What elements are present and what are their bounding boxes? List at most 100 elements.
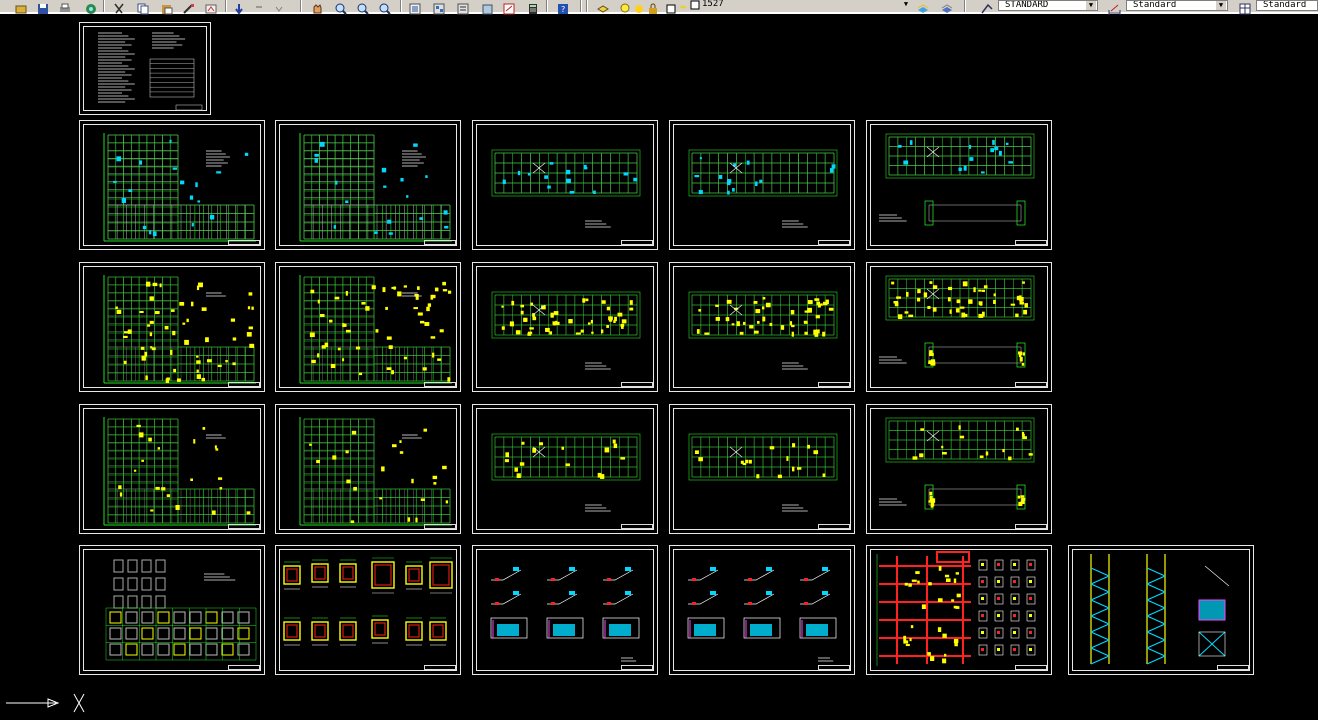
sheet-drawing <box>299 417 452 526</box>
text-style-icon[interactable] <box>980 0 994 14</box>
dim-style-icon[interactable] <box>1108 0 1122 15</box>
block-icon[interactable] <box>204 0 218 14</box>
drawing-sheet-plan-rect[interactable] <box>472 262 658 392</box>
plot-icon[interactable] <box>84 0 98 14</box>
drawing-sheet-plan-L[interactable] <box>275 404 461 534</box>
dim-style-dropdown[interactable]: Standard ▼ <box>1126 0 1228 11</box>
drawing-sheet-column-details[interactable] <box>275 545 461 675</box>
layer-dropdown[interactable]: ▼ <box>690 0 912 11</box>
title-block <box>424 665 456 670</box>
title-block <box>1015 240 1047 245</box>
sheet-drawing <box>688 149 838 228</box>
table-style-value: Standard <box>1263 0 1307 10</box>
drawing-sheet-plan-rect[interactable] <box>472 404 658 534</box>
title-block <box>621 665 653 670</box>
sheet-drawing <box>491 291 641 370</box>
toolbar-separator <box>103 0 105 12</box>
drawing-canvas[interactable] <box>0 16 1318 718</box>
zoom-window-icon[interactable] <box>356 0 370 15</box>
sun-freeze-icon[interactable] <box>632 0 646 13</box>
toolbar-separator <box>400 0 402 12</box>
redo-icon[interactable] <box>252 0 266 12</box>
print-icon[interactable] <box>58 0 72 12</box>
chevron-down-icon: ▼ <box>1086 1 1096 10</box>
lock-icon[interactable] <box>646 0 660 14</box>
drawing-sheet-plan-L[interactable] <box>275 262 461 392</box>
text-style-dropdown[interactable]: STANDARD ▼ <box>998 0 1098 11</box>
layer-previous-icon[interactable] <box>940 0 954 13</box>
drawing-sheet-section[interactable] <box>866 545 1052 675</box>
drawing-sheet-plan-L[interactable] <box>79 120 265 250</box>
tool-palettes-icon[interactable] <box>456 0 470 15</box>
undo-icon[interactable] <box>232 0 246 15</box>
title-block <box>1217 665 1249 670</box>
lightbulb-icon[interactable] <box>618 0 632 13</box>
calculator-icon[interactable] <box>526 0 540 14</box>
title-block <box>424 240 456 245</box>
title-block <box>621 524 653 529</box>
design-center-icon[interactable] <box>432 0 446 15</box>
drawing-sheet-plan-rect[interactable] <box>669 404 855 534</box>
drawing-sheet-plan-L[interactable] <box>79 262 265 392</box>
standard-toolbar: ? 1527 ▼ STANDARD ▼ Standard ▼ Standard <box>0 0 1318 15</box>
layer-extra-icon <box>676 0 690 12</box>
sheet-drawing <box>879 275 1035 368</box>
layer-properties-icon[interactable] <box>596 0 610 13</box>
toolbar-separator <box>580 0 582 12</box>
title-block <box>228 665 260 670</box>
title-block <box>818 665 850 670</box>
drawing-sheet-plan-rect[interactable] <box>472 120 658 250</box>
toolbar-separator <box>300 0 302 12</box>
help-icon[interactable]: ? <box>556 0 570 14</box>
paste-icon[interactable] <box>160 0 174 15</box>
pan-icon[interactable] <box>310 0 324 14</box>
title-block <box>228 524 260 529</box>
sheet-drawing <box>103 133 256 242</box>
sheet-drawing <box>98 32 203 111</box>
ucs-icon <box>4 690 94 720</box>
text-style-value: STANDARD <box>1005 0 1049 10</box>
toolbar-separator <box>546 0 548 12</box>
drawing-sheet-plan-rect-detail[interactable] <box>866 404 1052 534</box>
chevron-down-icon: ▼ <box>1216 1 1226 10</box>
drawing-sheet-plan-L[interactable] <box>79 404 265 534</box>
drawing-sheet-plan-rect-detail[interactable] <box>866 120 1052 250</box>
sheet-drawing <box>103 275 256 384</box>
table-style-dropdown[interactable]: Standard <box>1256 0 1318 11</box>
drawing-sheet-plan-rect[interactable] <box>669 262 855 392</box>
sheet-drawing <box>299 275 452 384</box>
cut-icon[interactable] <box>112 0 126 14</box>
sheet-drawing <box>876 551 1036 666</box>
table-style-icon[interactable] <box>1238 0 1252 15</box>
chevron-down-icon[interactable] <box>272 0 286 12</box>
zoom-realtime-icon[interactable] <box>334 0 348 15</box>
title-block <box>228 240 260 245</box>
drawing-sheet-foundation[interactable] <box>79 545 265 675</box>
drawing-sheet-stair-details[interactable] <box>669 545 855 675</box>
sheet-drawing <box>299 133 452 242</box>
title-block <box>1015 665 1047 670</box>
toolbar-separator <box>964 0 966 12</box>
sheet-set-icon[interactable] <box>480 0 494 15</box>
drawing-sheet-cover[interactable] <box>79 22 211 115</box>
drawing-sheet-plan-rect-detail[interactable] <box>866 262 1052 392</box>
copy-icon[interactable] <box>136 0 150 15</box>
drawing-sheet-plan-rect[interactable] <box>669 120 855 250</box>
sheet-drawing <box>879 133 1035 226</box>
toolbar-separator <box>586 0 588 12</box>
sheet-drawing <box>490 567 640 662</box>
drawing-sheet-plan-L[interactable] <box>275 120 461 250</box>
title-block <box>1015 524 1047 529</box>
drawing-sheet-stair-section[interactable] <box>1068 545 1254 675</box>
sheet-drawing <box>283 557 453 646</box>
open-icon[interactable] <box>14 0 28 14</box>
save-icon[interactable] <box>36 0 50 14</box>
markup-icon[interactable] <box>502 0 516 15</box>
zoom-previous-icon[interactable] <box>378 0 392 15</box>
drawing-sheet-stair-details[interactable] <box>472 545 658 675</box>
title-block <box>424 382 456 387</box>
match-properties-icon[interactable] <box>182 0 196 14</box>
dim-style-value: Standard <box>1133 0 1177 10</box>
make-current-layer-icon[interactable] <box>916 0 930 13</box>
properties-icon[interactable] <box>408 0 422 15</box>
